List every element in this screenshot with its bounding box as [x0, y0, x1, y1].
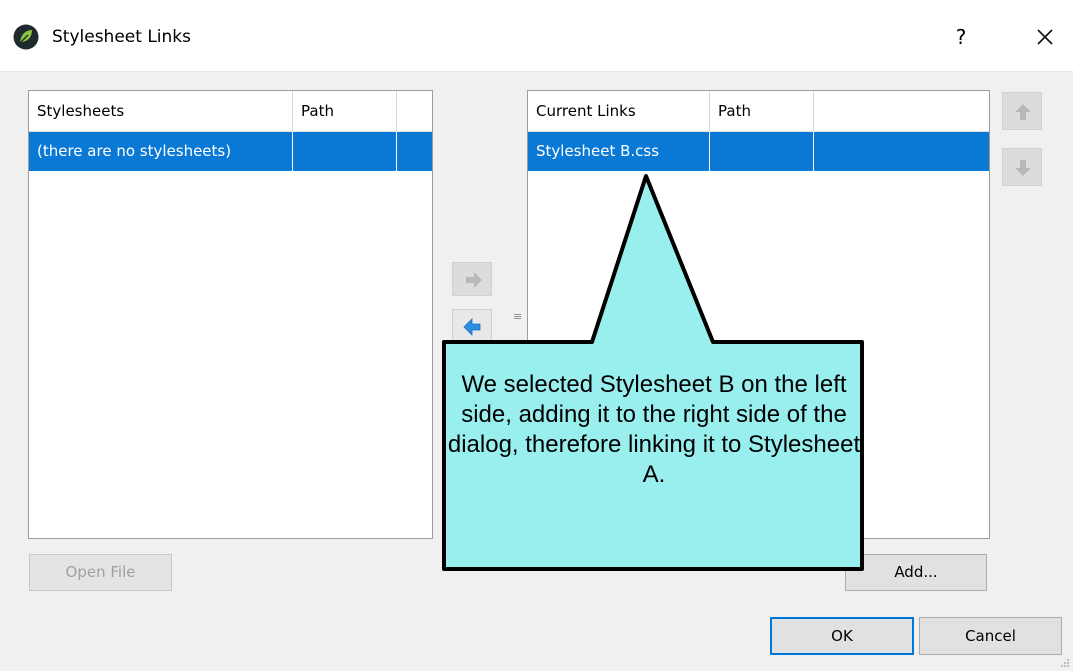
table-row[interactable]: Stylesheet B.css	[528, 132, 989, 171]
right-arrow-icon	[466, 272, 482, 288]
title-bar: Stylesheet Links ?	[0, 0, 1073, 71]
link-name-cell: Stylesheet B.css	[528, 132, 710, 171]
window-title: Stylesheet Links	[52, 27, 191, 47]
link-path-cell	[710, 132, 814, 171]
stylesheet-path-cell	[293, 132, 397, 171]
remove-link-button[interactable]	[452, 309, 492, 343]
table-row[interactable]: (there are no stylesheets)	[29, 132, 432, 171]
up-arrow-icon	[1015, 104, 1031, 120]
add-button[interactable]: Add...	[845, 554, 987, 591]
title-divider	[0, 71, 1073, 72]
help-button[interactable]: ?	[946, 22, 976, 52]
left-arrow-icon	[463, 318, 481, 336]
move-up-button[interactable]	[1002, 92, 1042, 130]
column-header-stylesheets[interactable]: Stylesheets	[29, 91, 293, 131]
current-links-table-header: Current Links Path	[528, 91, 989, 132]
close-icon[interactable]	[1028, 20, 1062, 54]
move-down-button[interactable]	[1002, 148, 1042, 186]
down-arrow-icon	[1015, 160, 1031, 176]
stylesheet-name-cell: (there are no stylesheets)	[29, 132, 293, 171]
ok-button[interactable]: OK	[770, 617, 914, 655]
flare-leaf-icon	[13, 24, 39, 50]
cancel-button[interactable]: Cancel	[919, 617, 1062, 655]
column-header-path[interactable]: Path	[710, 91, 814, 131]
open-file-button[interactable]: Open File	[29, 554, 172, 591]
stylesheets-table[interactable]: Stylesheets Path (there are no styleshee…	[28, 90, 433, 539]
callout-text: We selected Stylesheet B on the left sid…	[447, 371, 861, 488]
resize-grip-icon[interactable]	[1059, 657, 1071, 669]
stylesheets-table-header: Stylesheets Path	[29, 91, 432, 132]
column-header-current-links[interactable]: Current Links	[528, 91, 710, 131]
column-header-path[interactable]: Path	[293, 91, 397, 131]
add-link-button[interactable]	[452, 262, 492, 296]
splitter-handle[interactable]: ≡	[513, 310, 522, 323]
